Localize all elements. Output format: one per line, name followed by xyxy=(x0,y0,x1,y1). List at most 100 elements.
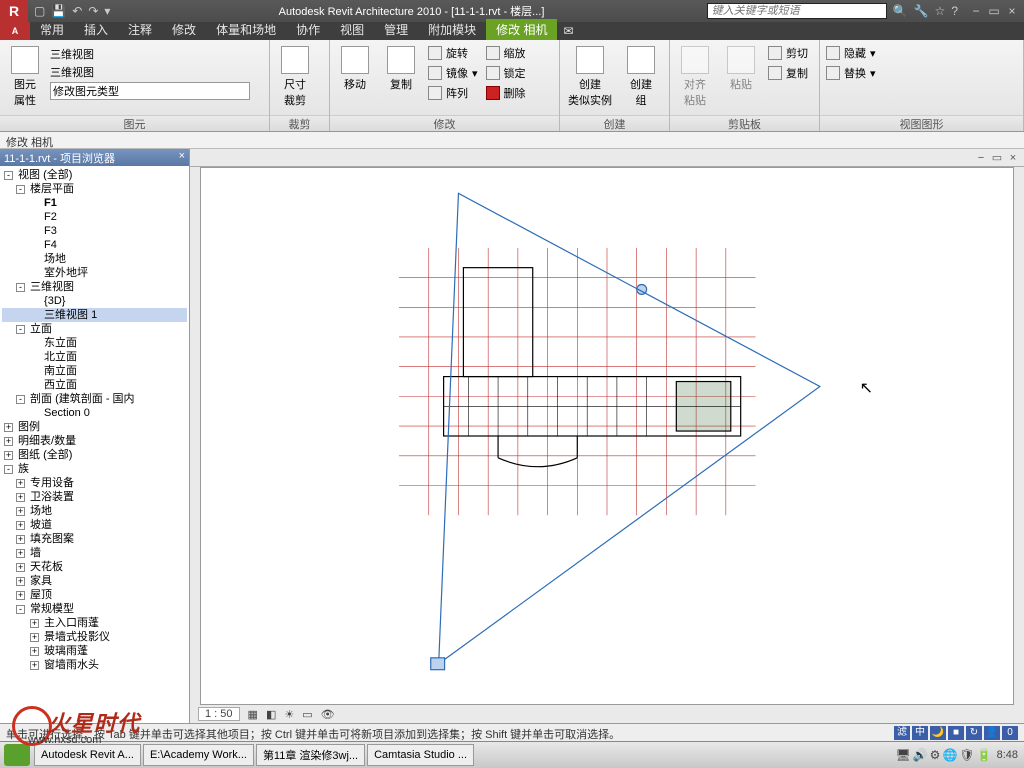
binoculars-icon[interactable]: 🔍 xyxy=(893,4,908,18)
tab-mail-icon[interactable]: ✉ xyxy=(557,22,579,40)
tree-node[interactable]: 北立面 xyxy=(2,350,187,364)
drawing-canvas[interactable]: ↖ xyxy=(200,167,1014,705)
tree-node[interactable]: + 屋顶 xyxy=(2,588,187,602)
start-button[interactable] xyxy=(4,744,30,766)
scale-button[interactable]: 缩放 xyxy=(484,44,528,62)
crop-icon[interactable]: ▭ xyxy=(302,708,312,721)
create-similar-button[interactable]: 创建 类似实例 xyxy=(564,44,616,110)
tree-node[interactable]: + 坡道 xyxy=(2,518,187,532)
tab-insert[interactable]: 插入 xyxy=(74,19,118,40)
detail-icon[interactable]: ▦ xyxy=(248,708,258,721)
tree-node[interactable]: 东立面 xyxy=(2,336,187,350)
maximize-icon[interactable]: ▭ xyxy=(986,4,1002,18)
tray-icons[interactable]: 🖥🔊⚙🌐🛡🔋 xyxy=(894,748,992,762)
tree-node[interactable]: + 家具 xyxy=(2,574,187,588)
tree-node[interactable]: - 剖面 (建筑剖面 - 国内 xyxy=(2,392,187,406)
tree-node[interactable]: 室外地坪 xyxy=(2,266,187,280)
star-icon[interactable]: ☆ xyxy=(935,4,946,18)
status-indicator[interactable]: ↻ xyxy=(966,726,982,740)
tree-node[interactable]: 场地 xyxy=(2,252,187,266)
tab-collab[interactable]: 协作 xyxy=(286,19,330,40)
size-crop-button[interactable]: 尺寸 裁剪 xyxy=(274,44,316,110)
rotate-button[interactable]: 旋转 xyxy=(426,44,480,62)
search-input[interactable] xyxy=(707,3,887,19)
tree-node[interactable]: {3D} xyxy=(2,294,187,308)
array-button[interactable]: 阵列 xyxy=(426,84,480,102)
help-icon[interactable]: ? xyxy=(951,4,958,18)
scale-selector[interactable]: 1 : 50 xyxy=(198,707,240,721)
close-icon[interactable]: × xyxy=(1004,4,1020,18)
taskbar-item[interactable]: Camtasia Studio ... xyxy=(367,744,474,766)
qat-undo-icon[interactable]: ↶ xyxy=(72,4,82,18)
tree-node[interactable]: - 视图 (全部) xyxy=(2,168,187,182)
cut-button[interactable]: 剪切 xyxy=(766,44,810,62)
tree-node[interactable]: - 立面 xyxy=(2,322,187,336)
tree-node[interactable]: - 常规模型 xyxy=(2,602,187,616)
delete-button[interactable]: 删除 xyxy=(484,84,528,102)
qat-redo-icon[interactable]: ↷ xyxy=(88,4,98,18)
tree-node[interactable]: F4 xyxy=(2,238,187,252)
view-close-icon[interactable]: × xyxy=(1006,152,1020,164)
view-max-icon[interactable]: ▭ xyxy=(990,151,1004,164)
minimize-icon[interactable]: − xyxy=(968,4,984,18)
qat-save-icon[interactable]: 💾 xyxy=(51,4,66,18)
wrench-icon[interactable]: 🔧 xyxy=(914,4,929,18)
tree-node[interactable]: + 玻璃雨蓬 xyxy=(2,644,187,658)
status-indicator[interactable]: 👤 xyxy=(984,726,1000,740)
tree-node[interactable]: F2 xyxy=(2,210,187,224)
clock[interactable]: 8:48 xyxy=(997,749,1018,761)
create-group-button[interactable]: 创建 组 xyxy=(620,44,662,110)
align-paste-button[interactable]: 对齐 粘贴 xyxy=(674,44,716,110)
browser-close-icon[interactable]: × xyxy=(179,150,185,165)
tab-modify-camera[interactable]: 修改 相机 xyxy=(486,19,557,40)
tab-view[interactable]: 视图 xyxy=(330,19,374,40)
tree-node[interactable]: 南立面 xyxy=(2,364,187,378)
qat-open-icon[interactable]: ▢ xyxy=(34,4,45,18)
tree-node[interactable]: + 图例 xyxy=(2,420,187,434)
tree-node[interactable]: 三维视图 1 xyxy=(2,308,187,322)
tree-node[interactable]: + 墙 xyxy=(2,546,187,560)
move-button[interactable]: 移动 xyxy=(334,44,376,94)
tree-node[interactable]: + 填充图案 xyxy=(2,532,187,546)
status-indicator[interactable]: 中 xyxy=(912,726,928,740)
tree-node[interactable]: + 窗墙雨水头 xyxy=(2,658,187,672)
taskbar-item[interactable]: Autodesk Revit A... xyxy=(34,744,141,766)
tab-annotate[interactable]: 注释 xyxy=(118,19,162,40)
view-min-icon[interactable]: − xyxy=(974,152,988,164)
tab-home[interactable]: 常用 xyxy=(30,19,74,40)
status-indicator[interactable]: 🌙 xyxy=(930,726,946,740)
taskbar-item[interactable]: E:\Academy Work... xyxy=(143,744,254,766)
tree-node[interactable]: + 场地 xyxy=(2,504,187,518)
tab-manage[interactable]: 管理 xyxy=(374,19,418,40)
tree-node[interactable]: + 图纸 (全部) xyxy=(2,448,187,462)
status-indicator[interactable]: ■ xyxy=(948,726,964,740)
tree-node[interactable]: + 明细表/数量 xyxy=(2,434,187,448)
tree-node[interactable]: - 族 xyxy=(2,462,187,476)
status-indicator[interactable]: 0 xyxy=(1002,726,1018,740)
tree-node[interactable]: + 景墙式投影仪 xyxy=(2,630,187,644)
mirror-button[interactable]: 镜像▾ xyxy=(426,64,480,82)
reveal-icon[interactable]: 👁 xyxy=(321,708,335,721)
lock-button[interactable]: 锁定 xyxy=(484,64,528,82)
tree-node[interactable]: + 主入口雨蓬 xyxy=(2,616,187,630)
tree-node[interactable]: - 三维视图 xyxy=(2,280,187,294)
tree-node[interactable]: F1 xyxy=(2,196,187,210)
browser-header[interactable]: 11-1-1.rvt - 项目浏览器 × xyxy=(0,149,189,166)
tab-addins[interactable]: 附加模块 xyxy=(418,19,486,40)
sun-icon[interactable]: ☀ xyxy=(284,708,294,721)
browser-tree[interactable]: - 视图 (全部)- 楼层平面 F1 F2 F3 F4 场地 室外地坪- 三维视… xyxy=(0,166,189,723)
hide-button[interactable]: 隐藏▾ xyxy=(824,44,878,62)
replace-button[interactable]: 替换▾ xyxy=(824,64,878,82)
tree-node[interactable]: + 天花板 xyxy=(2,560,187,574)
qat-drop-icon[interactable]: ▾ xyxy=(104,4,110,18)
tree-node[interactable]: - 楼层平面 xyxy=(2,182,187,196)
taskbar-item[interactable]: 第11章 渲染修3wj... xyxy=(256,744,365,766)
copy-clip-button[interactable]: 复制 xyxy=(766,64,810,82)
tree-node[interactable]: + 卫浴装置 xyxy=(2,490,187,504)
visual-icon[interactable]: ◧ xyxy=(266,708,276,721)
type-selector-input[interactable] xyxy=(50,82,250,100)
tab-massing[interactable]: 体量和场地 xyxy=(206,19,286,40)
app-menu-button[interactable]: A xyxy=(0,22,30,40)
tree-node[interactable]: Section 0 xyxy=(2,406,187,420)
tree-node[interactable]: + 专用设备 xyxy=(2,476,187,490)
